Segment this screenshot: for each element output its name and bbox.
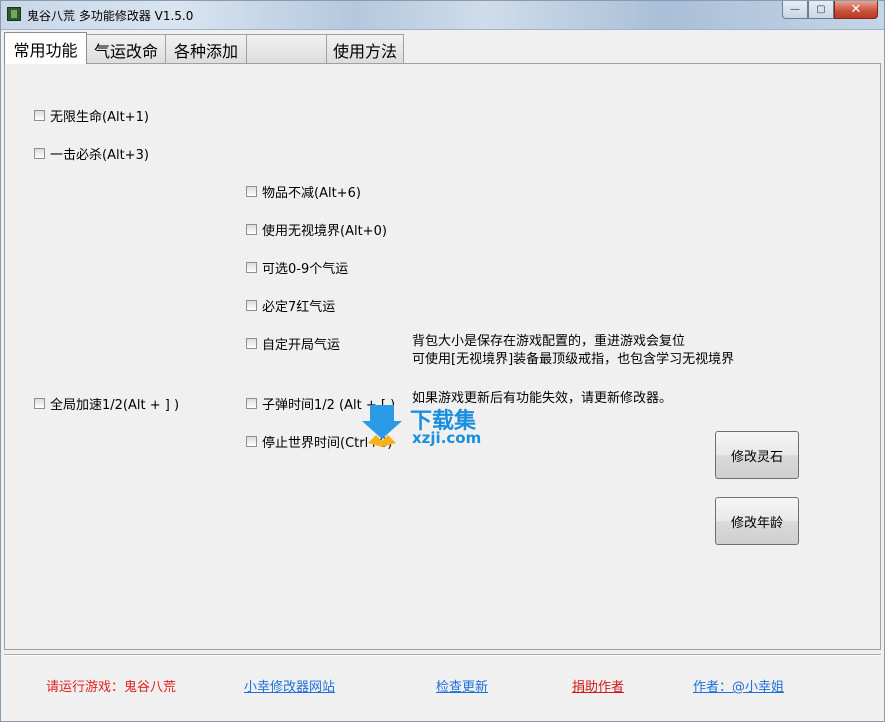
donate-link[interactable]: 捐助作者 xyxy=(572,676,624,695)
app-icon xyxy=(7,7,21,21)
watermark-logo: 下载集 xzji.com xyxy=(362,403,502,449)
modify-age-button[interactable]: 修改年龄 xyxy=(715,497,799,545)
checkbox-custom-start-luck[interactable]: 自定开局气运 xyxy=(246,334,340,353)
checkbox-global-speed[interactable]: 全局加速1/2(Alt + ] ) xyxy=(34,394,179,413)
minimize-button[interactable]: — xyxy=(782,1,808,19)
minimize-icon: — xyxy=(790,4,800,15)
close-button[interactable]: ✕ xyxy=(834,1,878,19)
checkbox-box[interactable] xyxy=(34,398,45,409)
download-arrow-icon xyxy=(362,405,402,447)
checkbox-box[interactable] xyxy=(246,338,257,349)
checkbox-one-hit-kill[interactable]: 一击必杀(Alt+3) xyxy=(34,144,149,163)
note-bag-size: 背包大小是保存在游戏配置的，重进游戏会复位 xyxy=(412,334,686,349)
checkbox-label: 自定开局气运 xyxy=(262,338,341,353)
checkbox-choose-luck[interactable]: 可选0-9个气运 xyxy=(246,258,348,277)
tab-strip: 常用功能 气运改命 各种添加 使用方法 xyxy=(4,32,404,64)
main-window: 鬼谷八荒 多功能修改器 V1.5.0 — ▢ ✕ 常用功能 气运改命 各种添加 … xyxy=(0,0,885,722)
checkbox-label: 物品不减(Alt+6) xyxy=(262,186,361,201)
checkbox-label: 无限生命(Alt+1) xyxy=(50,110,149,125)
modify-spirit-stone-button[interactable]: 修改灵石 xyxy=(715,431,799,479)
check-update-link[interactable]: 检查更新 xyxy=(436,676,488,695)
window-controls: — ▢ ✕ xyxy=(782,1,878,21)
checkbox-infinite-life[interactable]: 无限生命(Alt+1) xyxy=(34,106,149,125)
checkbox-seven-red-luck[interactable]: 必定7红气运 xyxy=(246,296,335,315)
checkbox-box[interactable] xyxy=(246,262,257,273)
checkbox-box[interactable] xyxy=(34,110,45,121)
game-status-text: 请运行游戏：鬼谷八荒 xyxy=(46,680,177,695)
checkbox-label: 可选0-9个气运 xyxy=(262,262,349,277)
maximize-icon: ▢ xyxy=(816,4,826,15)
note-ignore-realm: 可使用[无视境界]装备最顶级戒指，也包含学习无视境界 xyxy=(412,352,735,367)
checkbox-label: 必定7红气运 xyxy=(262,300,336,315)
checkbox-box[interactable] xyxy=(246,300,257,311)
site-link[interactable]: 小幸修改器网站 xyxy=(244,676,335,695)
checkbox-label: 一击必杀(Alt+3) xyxy=(50,148,149,163)
checkbox-box[interactable] xyxy=(246,224,257,235)
checkbox-ignore-realm[interactable]: 使用无视境界(Alt+0) xyxy=(246,220,387,239)
checkbox-items-no-decrease[interactable]: 物品不减(Alt+6) xyxy=(246,182,361,201)
tab-usage[interactable]: 使用方法 xyxy=(326,34,404,64)
window-title: 鬼谷八荒 多功能修改器 V1.5.0 xyxy=(27,9,194,23)
checkbox-label: 全局加速1/2(Alt + ] ) xyxy=(50,398,180,413)
checkbox-box[interactable] xyxy=(34,148,45,159)
checkbox-label: 使用无视境界(Alt+0) xyxy=(262,224,387,239)
checkbox-box[interactable] xyxy=(246,436,257,447)
watermark-url: xzji.com xyxy=(412,429,482,447)
tab-common-functions[interactable]: 常用功能 xyxy=(4,32,87,64)
tab-add-items[interactable]: 各种添加 xyxy=(165,34,247,64)
checkbox-box[interactable] xyxy=(246,186,257,197)
footer-divider xyxy=(4,654,881,656)
author-link[interactable]: 作者：@小幸姐 xyxy=(693,676,784,695)
maximize-button[interactable]: ▢ xyxy=(808,1,834,19)
tab-blank[interactable] xyxy=(246,34,327,64)
close-icon: ✕ xyxy=(850,2,862,17)
checkbox-box[interactable] xyxy=(246,398,257,409)
title-bar[interactable]: 鬼谷八荒 多功能修改器 V1.5.0 — ▢ ✕ xyxy=(1,1,884,30)
tab-luck-fate[interactable]: 气运改命 xyxy=(86,34,166,64)
